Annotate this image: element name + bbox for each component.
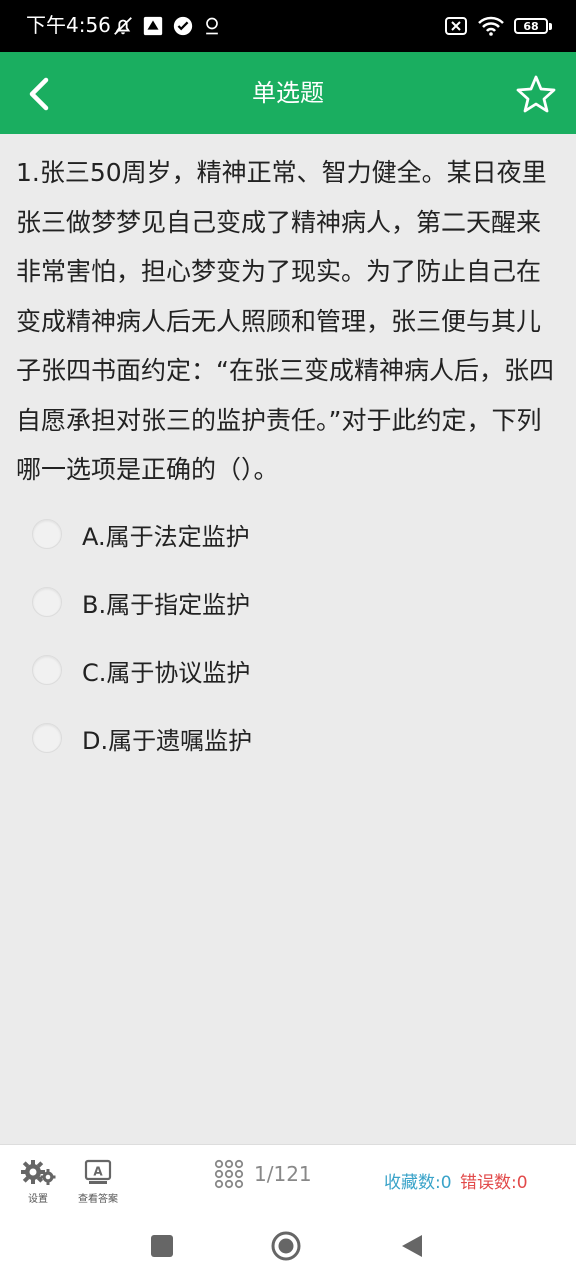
battery-indicator: 68 [514,18,552,34]
radio-button[interactable] [32,519,62,549]
app-notification-icon [143,16,163,36]
view-answer-button[interactable]: A 查看答案 [78,1159,118,1205]
settings-button[interactable]: 设置 [20,1159,56,1205]
view-answer-label: 查看答案 [78,1194,118,1205]
radio-button[interactable] [32,723,62,753]
triangle-back-icon [402,1235,422,1257]
bottom-toolbar: 设置 A 查看答案 1/121 收藏数:0 错误数:0 [0,1144,576,1211]
option-label: C.属于协议监护 [82,658,251,687]
progress-text: 1/121 [254,1162,312,1186]
recent-apps-button[interactable] [146,1230,178,1262]
option-label: A.属于法定监护 [82,522,250,551]
location-pin-icon [206,17,218,35]
system-nav-bar [0,1210,576,1280]
grid-dots-icon [214,1159,244,1189]
svg-text:A: A [93,1165,103,1179]
errors-count[interactable]: 错误数:0 [460,1168,528,1193]
battery-level: 68 [514,18,548,34]
question-grid-button[interactable]: 1/121 [214,1159,312,1189]
settings-label: 设置 [28,1194,48,1205]
square-icon [151,1235,173,1257]
radio-button[interactable] [32,587,62,617]
favorites-count[interactable]: 收藏数:0 [384,1168,452,1193]
circle-icon [271,1231,301,1261]
option-label: D.属于遗嘱监护 [82,726,253,755]
gears-icon [21,1160,56,1185]
option-d[interactable]: D.属于遗嘱监护 [32,714,512,762]
option-a[interactable]: A.属于法定监护 [32,510,512,558]
answer-screen-icon: A [84,1159,112,1184]
favorite-button[interactable] [516,74,556,114]
option-b[interactable]: B.属于指定监护 [32,578,512,626]
check-circle-icon [173,16,193,36]
status-time: 下午4:56 [26,13,111,37]
status-bar: 下午4:56 68 [0,0,576,52]
sim-off-icon [445,17,467,35]
star-icon [516,75,556,113]
question-text: 1.张三50周岁，精神正常、智力健全。某日夜里张三做梦梦见自己变成了精神病人，第… [16,158,554,484]
app-bar: 单选题 [0,52,576,134]
option-c[interactable]: C.属于协议监护 [32,646,512,694]
option-label: B.属于指定监护 [82,590,251,619]
radio-button[interactable] [32,655,62,685]
mute-bell-icon [114,17,132,35]
page-title: 单选题 [252,79,324,107]
wifi-icon [478,16,504,36]
home-button[interactable] [270,1230,302,1262]
back-nav-button[interactable] [396,1230,428,1262]
